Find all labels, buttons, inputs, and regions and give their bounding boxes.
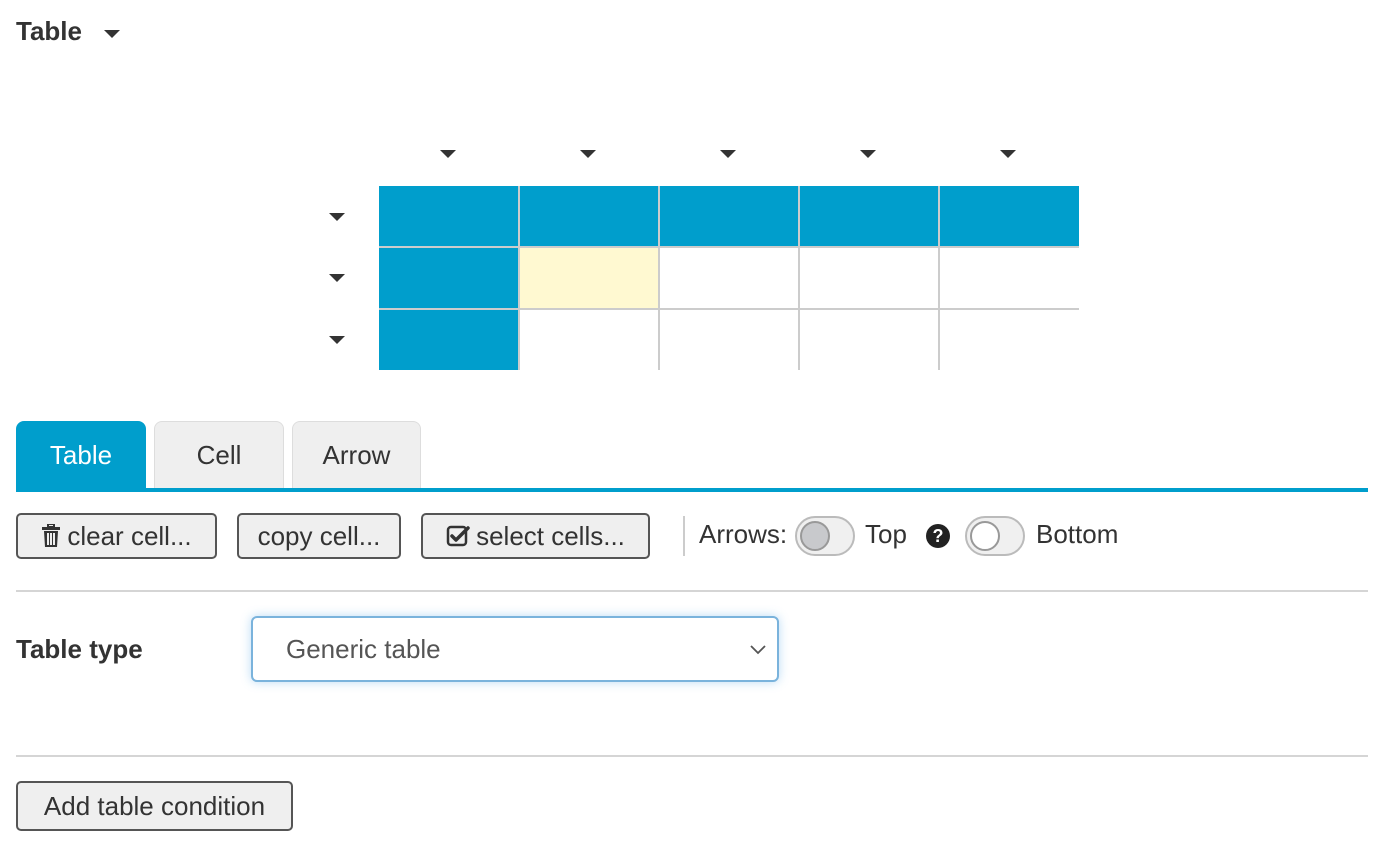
tab-label: Table — [49, 440, 113, 470]
grid-line — [379, 307, 1079, 310]
table-cell-empty[interactable] — [799, 247, 939, 309]
table-cell-header[interactable] — [379, 247, 519, 309]
bottom-arrows-toggle[interactable] — [965, 516, 1025, 556]
column-menu-caret-icon[interactable] — [440, 150, 456, 158]
table-cell-header[interactable] — [939, 186, 1079, 248]
grid-line — [379, 246, 1079, 249]
table-cell-empty[interactable] — [659, 308, 799, 370]
table-cell-empty[interactable] — [799, 308, 939, 370]
grid-line — [798, 186, 800, 370]
column-menu-caret-icon[interactable] — [1000, 150, 1016, 158]
table-cell-header[interactable] — [799, 186, 939, 248]
tab-underline — [16, 488, 1368, 492]
column-menu-caret-icon[interactable] — [720, 150, 736, 158]
clear-cell-label: clear cell... — [67, 520, 192, 551]
question-circle-icon[interactable]: ? — [926, 524, 950, 548]
bottom-label: Bottom — [1036, 519, 1119, 549]
tab-label: Cell — [196, 440, 242, 470]
grid-line — [938, 186, 940, 370]
copy-cell-label: copy cell... — [257, 520, 381, 551]
top-arrows-toggle[interactable] — [795, 516, 855, 556]
table-cell-header[interactable] — [379, 186, 519, 248]
table-cell-header[interactable] — [659, 186, 799, 248]
section-divider — [16, 755, 1368, 757]
tab-label: Arrow — [322, 440, 391, 470]
row-menu-caret-icon[interactable] — [329, 336, 345, 344]
caret-down-icon[interactable] — [103, 29, 120, 38]
chevron-down-icon — [750, 645, 766, 655]
arrows-label: Arrows: — [699, 519, 788, 549]
panel-title-text: Table — [16, 16, 82, 46]
select-cells-label: select cells... — [476, 520, 625, 551]
row-menu-caret-icon[interactable] — [329, 213, 345, 221]
panel-title[interactable]: Table — [16, 16, 120, 47]
top-label: Top — [865, 519, 907, 549]
table-cell-selected[interactable] — [519, 247, 659, 309]
tab-arrow[interactable]: Arrow — [292, 421, 421, 489]
table-preview-grid — [379, 186, 1079, 370]
clear-cell-button[interactable]: clear cell... — [16, 513, 217, 559]
help-glyph: ? — [932, 525, 944, 546]
table-cell-empty[interactable] — [519, 308, 659, 370]
grid-line — [658, 186, 660, 370]
table-type-value: Generic table — [286, 633, 441, 664]
row-menu-caret-icon[interactable] — [329, 274, 345, 282]
add-table-condition-button[interactable]: Add table condition — [16, 781, 293, 831]
column-menu-caret-icon[interactable] — [860, 150, 876, 158]
section-divider — [16, 590, 1368, 592]
add-table-condition-label: Add table condition — [43, 790, 266, 821]
tab-cell[interactable]: Cell — [154, 421, 284, 489]
toggle-knob — [970, 521, 1000, 551]
checkbox-icon — [446, 525, 470, 547]
table-type-label: Table type — [16, 634, 143, 664]
select-cells-button[interactable]: select cells... — [421, 513, 650, 559]
table-cell-empty[interactable] — [939, 247, 1079, 309]
table-cell-empty[interactable] — [939, 308, 1079, 370]
toolbar-separator — [683, 516, 685, 556]
table-cell-empty[interactable] — [659, 247, 799, 309]
grid-line — [518, 186, 520, 370]
copy-cell-button[interactable]: copy cell... — [237, 513, 401, 559]
table-type-select[interactable]: Generic table — [251, 616, 779, 682]
trash-icon — [42, 524, 61, 547]
tab-table[interactable]: Table — [16, 421, 146, 489]
toggle-knob — [800, 521, 830, 551]
column-menu-caret-icon[interactable] — [580, 150, 596, 158]
table-cell-header[interactable] — [519, 186, 659, 248]
table-cell-header[interactable] — [379, 308, 519, 370]
